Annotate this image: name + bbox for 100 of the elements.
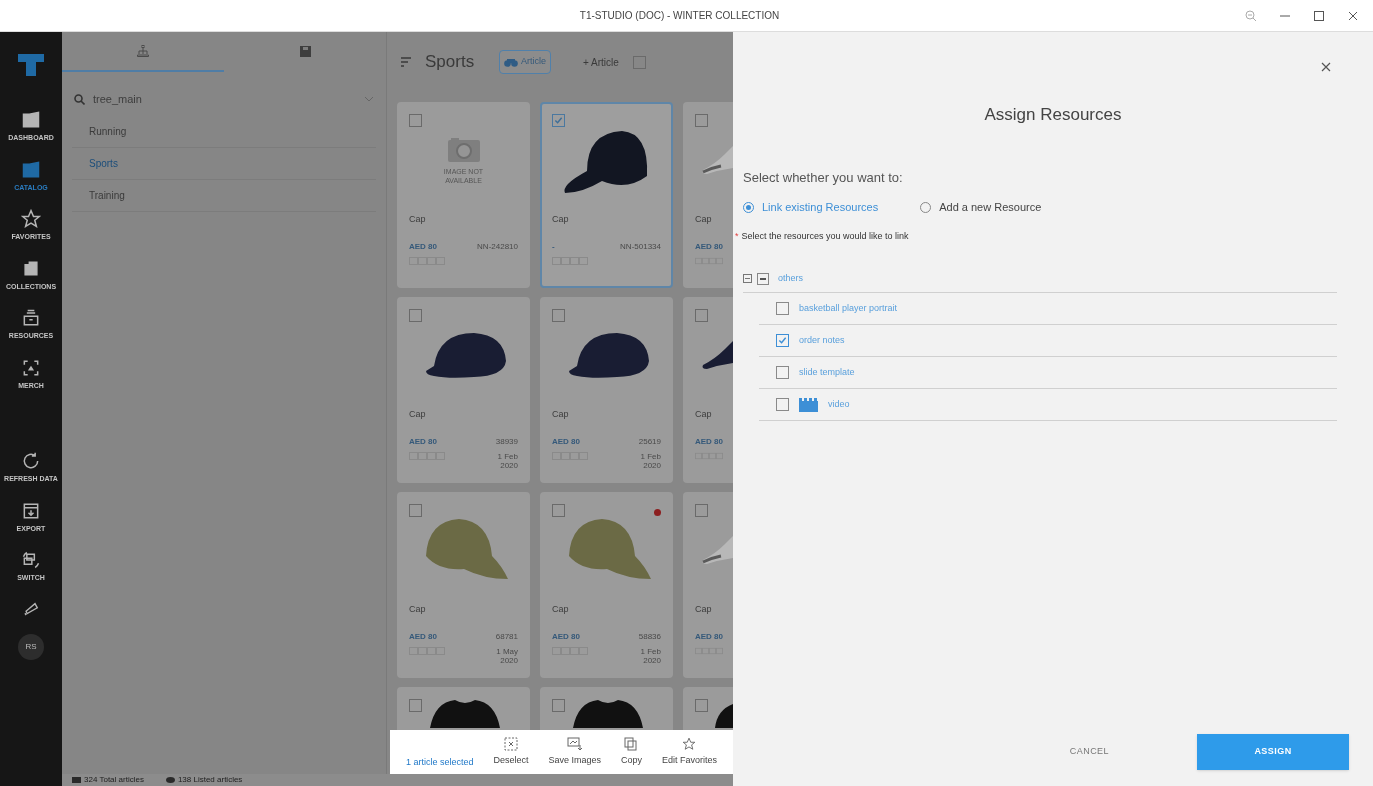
radio-option[interactable]: Add a new Resource xyxy=(920,199,1042,216)
article-card[interactable]: Cap AED 80 58836 1 Feb 2020 xyxy=(540,492,673,678)
close-icon[interactable] xyxy=(1321,62,1331,72)
article-name: Cap xyxy=(552,603,570,616)
article-checkbox[interactable] xyxy=(695,699,708,712)
collapse-icon[interactable] xyxy=(743,274,752,283)
user-avatar[interactable]: RS xyxy=(18,633,44,660)
article-checkbox[interactable] xyxy=(409,699,422,712)
binoculars-icon xyxy=(504,57,518,67)
listed-articles: 138 Listed articles xyxy=(177,774,243,786)
book-icon xyxy=(21,159,41,180)
article-card[interactable]: Cap AED 80 68781 1 May 2020 xyxy=(397,492,530,678)
article-card[interactable]: Cap AED 80 38939 1 Feb 2020 xyxy=(397,297,530,483)
toolbar-action[interactable]: Edit Favorites xyxy=(661,737,717,768)
article-date: 1 Feb 2020 xyxy=(639,451,661,470)
resource-checkbox[interactable] xyxy=(776,398,789,411)
category-title: Sports xyxy=(425,51,476,74)
filter-icon[interactable] xyxy=(401,56,411,68)
article-card[interactable]: Cap AED 80 xyxy=(683,492,733,678)
switch-icon xyxy=(21,550,41,570)
article-date: 1 Feb 2020 xyxy=(639,646,661,665)
article-number: 58836 xyxy=(638,630,661,643)
dialog-title: Assign Resources xyxy=(983,104,1123,126)
deselect-icon xyxy=(504,737,518,752)
zoom-icon[interactable] xyxy=(1245,9,1257,22)
article-name: Cap xyxy=(409,408,427,421)
article-name: Cap xyxy=(695,213,713,226)
film-clapper-icon xyxy=(799,397,818,412)
article-price: AED 80 xyxy=(695,630,723,643)
resource-label[interactable]: basketball player portrait xyxy=(799,301,898,316)
article-checkbox[interactable] xyxy=(552,114,565,127)
save-image-icon xyxy=(566,737,583,752)
article-name: Cap xyxy=(409,603,427,616)
tree-item[interactable]: Training xyxy=(72,180,376,212)
article-checkbox[interactable] xyxy=(552,309,565,322)
select-all-checkbox[interactable] xyxy=(632,55,646,69)
search-icon xyxy=(74,93,85,105)
article-price: AED 80 xyxy=(552,630,580,643)
resource-label[interactable]: slide template xyxy=(799,365,855,380)
article-name: Cap xyxy=(695,603,713,616)
star-icon xyxy=(682,737,697,752)
resource-label[interactable]: order notes xyxy=(799,333,845,348)
article-checkbox[interactable] xyxy=(552,504,565,517)
radio-option[interactable]: Link existing Resources xyxy=(743,199,879,216)
article-name: Cap xyxy=(552,213,570,226)
logo-icon xyxy=(16,52,46,78)
article-view-toggle[interactable]: Article xyxy=(499,50,551,74)
tree-search-field[interactable]: tree_main xyxy=(72,84,376,114)
article-price: AED 80 xyxy=(552,435,580,448)
resource-label[interactable]: video xyxy=(828,397,850,412)
tree-item[interactable]: Sports xyxy=(72,148,376,180)
resource-checkbox[interactable] xyxy=(776,334,789,347)
article-card[interactable] xyxy=(540,687,673,730)
t-shirt-photo xyxy=(715,704,733,728)
article-price: AED 80 xyxy=(409,435,437,448)
book-icon xyxy=(21,110,41,130)
article-checkbox[interactable] xyxy=(552,699,565,712)
checkmark-icon xyxy=(554,116,563,125)
article-number: NN-501334 xyxy=(620,240,661,253)
article-number: 68781 xyxy=(495,630,518,643)
article-checkbox[interactable] xyxy=(409,309,422,322)
cancel-button[interactable]: CANCEL xyxy=(1069,745,1109,759)
assign-button[interactable]: ASSIGN xyxy=(1197,734,1349,770)
article-checkbox[interactable] xyxy=(409,114,422,127)
field-label: Select the resources you would like to link xyxy=(741,229,909,243)
article-name: Cap xyxy=(409,213,427,226)
article-card[interactable]: Cap AED 80 xyxy=(683,297,733,483)
add-article-button[interactable]: + Article xyxy=(583,54,619,70)
article-number: 25619 xyxy=(638,435,661,448)
article-card[interactable]: Cap AED 80 25619 1 Feb 2020 xyxy=(540,297,673,483)
camera-icon xyxy=(446,137,481,163)
article-price: AED 80 xyxy=(409,240,437,253)
resource-checkbox[interactable] xyxy=(776,302,789,315)
toolbar-action[interactable]: Deselect xyxy=(493,737,529,768)
article-card[interactable]: Cap - NN-501334 xyxy=(540,102,673,288)
article-checkbox[interactable] xyxy=(695,504,708,517)
article-price: AED 80 xyxy=(695,240,723,253)
archive-box-icon xyxy=(21,308,41,328)
checkmark-icon xyxy=(778,336,787,345)
toolbar-action[interactable]: Save Images xyxy=(548,737,601,768)
article-card[interactable] xyxy=(397,687,530,730)
article-checkbox[interactable] xyxy=(409,504,422,517)
star-icon xyxy=(21,209,41,229)
maximize-icon[interactable] xyxy=(1313,9,1325,22)
resource-checkbox[interactable] xyxy=(776,366,789,379)
article-checkbox[interactable] xyxy=(695,114,708,127)
article-checkbox[interactable] xyxy=(695,309,708,322)
tree-group-label[interactable]: others xyxy=(778,271,803,286)
toolbar-action[interactable]: Copy xyxy=(621,737,642,768)
article-date: 1 Feb 2020 xyxy=(496,451,518,470)
article-card[interactable]: Cap AED 80 xyxy=(683,102,733,288)
article-price: - xyxy=(552,240,555,253)
required-marker: * xyxy=(735,229,739,243)
close-icon[interactable] xyxy=(1347,9,1359,22)
total-articles: 324 Total articles xyxy=(84,774,144,786)
article-number: 38939 xyxy=(495,435,518,448)
tree-item[interactable]: Running xyxy=(72,116,376,148)
group-checkbox[interactable] xyxy=(757,272,769,285)
article-name: Cap xyxy=(695,408,713,421)
article-card[interactable] xyxy=(683,687,733,730)
